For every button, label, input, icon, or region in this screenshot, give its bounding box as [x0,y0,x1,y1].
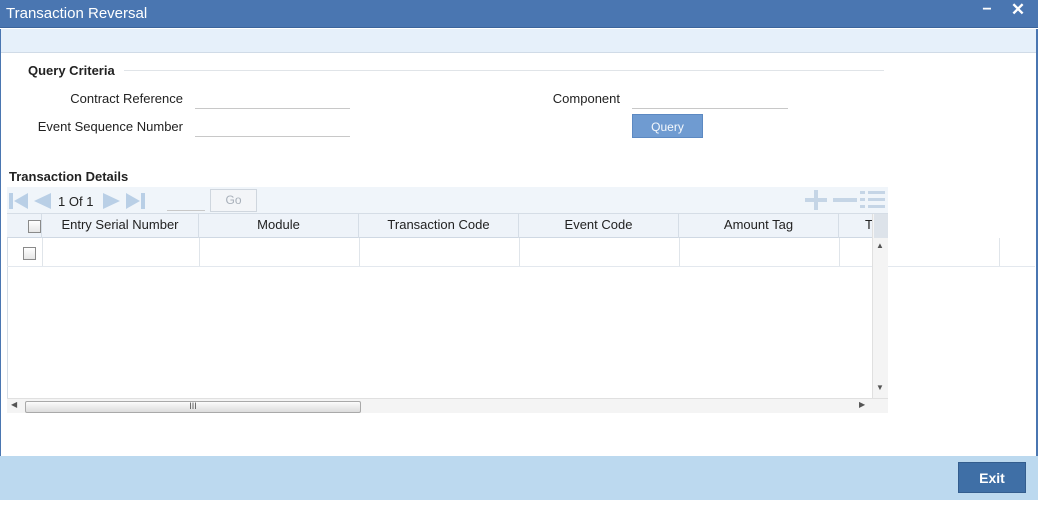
column-header-transaction-code[interactable]: Transaction Code [359,214,519,238]
window-titlebar: Transaction Reversal [0,0,1038,28]
event-sequence-number-input[interactable] [195,117,350,137]
column-header-truncated[interactable]: T [839,214,872,238]
column-header-module[interactable]: Module [199,214,359,238]
cell-divider [679,238,680,266]
scroll-up-icon[interactable]: ▲ [876,241,884,250]
single-view-icon[interactable] [860,190,886,210]
first-page-icon[interactable] [8,192,30,210]
component-input[interactable] [632,89,788,109]
header-strip [0,29,1038,53]
component-label: Component [552,91,620,106]
minimize-icon[interactable]: − [978,1,996,19]
transaction-details-title: Transaction Details [9,169,129,184]
go-button[interactable]: Go [210,189,257,212]
pager-status: 1 Of 1 [58,194,93,209]
contract-reference-input[interactable] [195,89,350,109]
next-page-icon[interactable] [102,192,122,210]
pager-total: 1 [86,194,94,209]
last-page-icon[interactable] [125,192,147,210]
window-border-left [0,29,1,500]
cell-divider [42,238,43,266]
scroll-left-icon[interactable]: ◀ [11,400,17,409]
delete-row-icon[interactable] [832,190,858,210]
exit-button[interactable]: Exit [958,462,1026,493]
event-sequence-number-label: Event Sequence Number [37,119,183,134]
query-button[interactable]: Query [632,114,703,138]
query-criteria-title: Query Criteria [28,63,115,78]
vertical-scroll-thumb[interactable] [874,214,888,238]
window-title: Transaction Reversal [6,5,148,22]
cell-divider [519,238,520,266]
column-header-amount-tag[interactable]: Amount Tag [679,214,839,238]
cell-divider [199,238,200,266]
section-divider [124,70,884,71]
pager-current: 1 [58,194,66,209]
cell-divider [359,238,360,266]
horizontal-scroll-thumb[interactable]: III [25,401,361,413]
page-number-input[interactable] [167,191,205,211]
column-header-entry-serial-number[interactable]: Entry Serial Number [42,214,199,238]
checkbox-column-header [8,214,42,238]
scroll-right-icon[interactable]: ▶ [859,400,865,409]
scroll-grip: III [189,401,197,411]
footer-bar [0,456,1038,500]
cell-divider [999,238,1000,266]
pager-of-label: Of [68,194,83,209]
transaction-details-grid [7,213,888,413]
column-header-event-code[interactable]: Event Code [519,214,679,238]
cell-divider [839,238,840,266]
close-icon[interactable]: ✕ [1009,0,1027,20]
horizontal-scrollbar[interactable]: III [7,398,888,413]
add-row-icon[interactable] [803,190,829,210]
window-bottom-edge [0,500,1038,508]
row-checkbox[interactable] [23,247,36,260]
previous-page-icon[interactable] [32,192,52,210]
contract-reference-label: Contract Reference [70,91,183,106]
scroll-down-icon[interactable]: ▼ [876,383,884,392]
